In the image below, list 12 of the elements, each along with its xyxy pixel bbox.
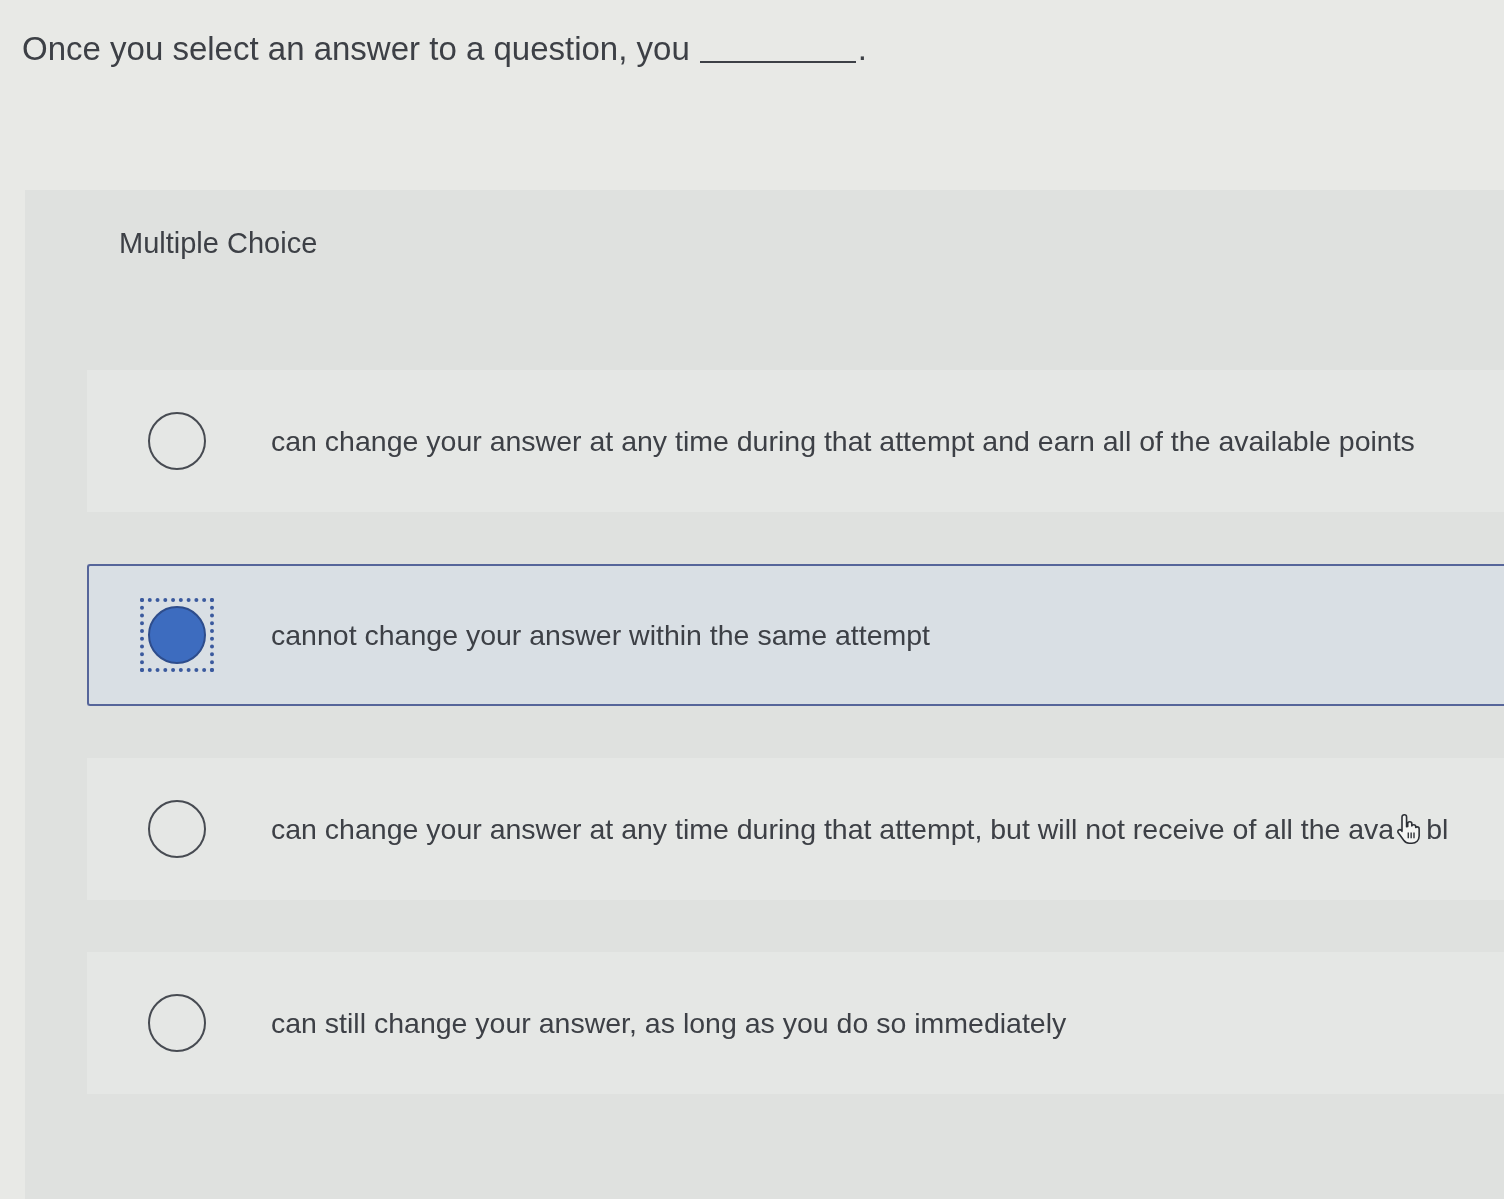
question-text: Once you select an answer to a question, you bbox=[22, 29, 690, 69]
punctuation-text: . bbox=[857, 29, 867, 69]
option-label[interactable]: cannot change your answer within the same attempt bbox=[271, 617, 931, 653]
radio-button[interactable] bbox=[147, 993, 207, 1053]
panel-heading: Multiple Choice bbox=[118, 226, 319, 261]
radio-button[interactable] bbox=[147, 799, 207, 859]
option-label[interactable]: can still change your answer, as long as you do so immediately bbox=[271, 1005, 1067, 1041]
radio-button[interactable] bbox=[140, 598, 214, 672]
option-label[interactable]: can change your answer at any time during that attempt and earn all of the available points bbox=[271, 423, 1415, 459]
radio-button[interactable] bbox=[147, 411, 207, 471]
option-label[interactable]: bl bbox=[1426, 811, 1449, 847]
option-label[interactable]: can change your answer at any time during that attempt, but will not receive of all the ava bbox=[271, 811, 1395, 847]
